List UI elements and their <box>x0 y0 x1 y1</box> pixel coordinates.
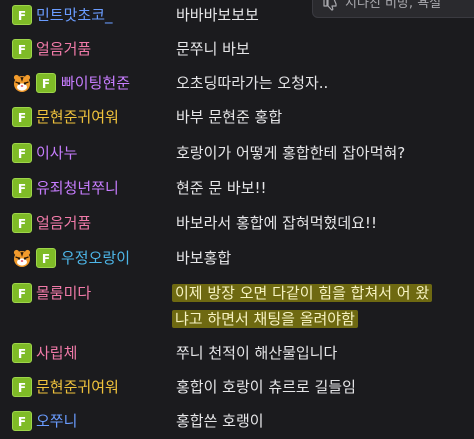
chat-text: 홍합쓴 호랭이 <box>176 412 264 430</box>
chat-text: 홍합이 호랑이 츄르로 길들임 <box>176 378 356 396</box>
chat-nickname[interactable]: 얼음거품 <box>36 38 91 60</box>
chat-message: F 오쭈니 홍합쓴 호랭이 <box>0 404 474 438</box>
chat-text: 바부 문현준 홍합 <box>176 108 283 126</box>
chat-nickname[interactable]: 이사누 <box>36 142 77 164</box>
badge-group: F <box>12 178 32 198</box>
chat-text-highlight: 냐고 하면서 채팅을 올려야함 <box>172 310 358 328</box>
chat-nickname[interactable]: 얼음거품 <box>36 212 91 234</box>
chat-text-highlight: 이제 방장 오면 다같이 힘을 합쳐서 어 왔 <box>172 284 433 302</box>
chat-text: 문쭈니 바보 <box>176 40 250 58</box>
fan-badge-icon: F <box>12 283 32 303</box>
chat-text: 현준 문 바보!! <box>176 179 267 197</box>
tiger-badge-icon <box>13 249 31 267</box>
chat-text: 호랑이가 어떻게 홍합한테 잡아먹혀? <box>176 144 406 162</box>
chat-message: F 빠이팅현준 오초딩따라가는 오청자.. <box>0 66 474 100</box>
fan-badge-icon: F <box>12 213 32 233</box>
badge-group: F <box>12 107 32 127</box>
badge-group: F <box>12 213 32 233</box>
chat-nickname[interactable]: 민트맛초코_ <box>36 4 113 26</box>
report-tooltip[interactable]: 지나친 비방, 욕설 <box>312 0 474 18</box>
tooltip-label: 지나친 비방, 욕설 <box>345 0 442 11</box>
chat-message: F 우정오랑이 바보홍합 <box>0 241 474 275</box>
badge-group: F <box>12 343 32 363</box>
chat-list: F 민트맛초코_ 바바바보보보 지나친 비방, 욕설 F 얼음거품 문쭈니 바보 <box>0 0 474 439</box>
fan-badge-icon: F <box>12 143 32 163</box>
chat-message: F 문현준귀여워 홍합이 호랑이 츄르로 길들임 <box>0 370 474 404</box>
fan-badge-icon: F <box>12 411 32 431</box>
badge-group: F <box>12 5 32 25</box>
chat-message: F 얼음거품 문쭈니 바보 <box>0 32 474 66</box>
chat-message: F 유죄청년쭈니 현준 문 바보!! <box>0 171 474 205</box>
badge-group: F <box>12 283 32 303</box>
fan-badge-icon: F <box>12 377 32 397</box>
fan-badge-icon: F <box>36 73 56 93</box>
chat-text-line: 냐고 하면서 채팅을 올려야함 <box>172 308 358 330</box>
chat-text: 바보라서 홍합에 잡혀먹혔데요!! <box>176 214 377 232</box>
badge-group: F <box>12 248 56 268</box>
chat-text: 바보홍합 <box>176 249 232 267</box>
chat-message: F 얼음거품 바보라서 홍합에 잡혀먹혔데요!! <box>0 206 474 240</box>
badge-group: F <box>12 143 32 163</box>
chat-text: 오초딩따라가는 오청자.. <box>176 74 329 92</box>
chat-message: F 이사누 호랑이가 어떻게 홍합한테 잡아먹혀? <box>0 136 474 170</box>
chat-message: F 사립체 쭈니 천적이 해산물입니다 <box>0 336 474 370</box>
fan-badge-icon: F <box>12 5 32 25</box>
fan-badge-icon: F <box>12 107 32 127</box>
fan-badge-icon: F <box>12 178 32 198</box>
chat-nickname[interactable]: 유죄청년쭈니 <box>36 177 119 199</box>
chat-nickname[interactable]: 빠이팅현준 <box>61 72 130 94</box>
fan-badge-icon: F <box>36 248 56 268</box>
chat-text-line: 이제 방장 오면 다같이 힘을 합쳐서 어 왔 <box>172 282 433 304</box>
badge-group: F <box>12 73 56 93</box>
chat-nickname[interactable]: 문현준귀여워 <box>36 106 119 128</box>
chat-nickname[interactable]: 오쭈니 <box>36 410 77 432</box>
chat-message: F 문현준귀여워 바부 문현준 홍합 <box>0 100 474 134</box>
thumbs-down-icon <box>323 0 337 11</box>
chat-nickname[interactable]: 우정오랑이 <box>61 247 130 269</box>
badge-group: F <box>12 39 32 59</box>
fan-badge-icon: F <box>12 39 32 59</box>
badge-group: F <box>12 411 32 431</box>
tiger-badge-icon <box>13 74 31 92</box>
chat-nickname[interactable]: 몰룸미다 <box>36 282 91 304</box>
chat-nickname[interactable]: 사립체 <box>36 342 77 364</box>
chat-text: 바바바보보보 <box>176 6 259 24</box>
chat-message-highlighted: F 몰룸미다 이제 방장 오면 다같이 힘을 합쳐서 어 왔 냐고 하면서 채팅… <box>0 276 474 336</box>
badge-group: F <box>12 377 32 397</box>
fan-badge-icon: F <box>12 343 32 363</box>
chat-text: 쭈니 천적이 해산물입니다 <box>176 344 338 362</box>
chat-nickname[interactable]: 문현준귀여워 <box>36 376 119 398</box>
